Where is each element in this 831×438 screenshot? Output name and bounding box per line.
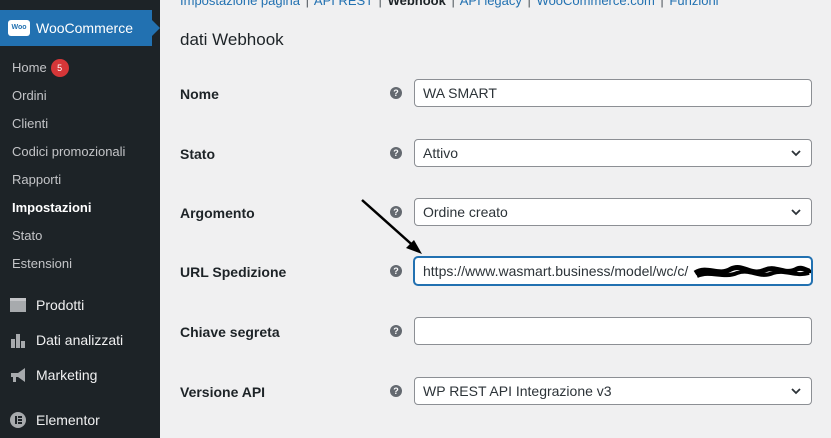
submenu-stato[interactable]: Stato <box>0 222 160 250</box>
subnav-api-legacy[interactable]: API legacy <box>460 0 522 8</box>
submenu-estensioni[interactable]: Estensioni <box>0 250 160 278</box>
menu-elementor-label: Elementor <box>36 411 100 428</box>
subnav-funzioni[interactable]: Funzioni <box>669 0 718 8</box>
subnav-woocommerce-com[interactable]: WooCommerce.com <box>537 0 655 8</box>
versione-api-selected-value: WP REST API Integrazione v3 <box>423 383 612 399</box>
chiave-segreta-label: Chiave segreta <box>180 324 280 340</box>
annotation-arrow-icon <box>361 199 422 254</box>
menu-dati-analizzati-label: Dati analizzati <box>36 331 124 348</box>
woocommerce-menu[interactable]: Woo WooCommerce <box>0 10 160 46</box>
subnav-api-rest[interactable]: API REST <box>314 0 373 8</box>
row-stato: Stato ? Attivo <box>180 139 820 169</box>
section-title: dati Webhook <box>180 30 284 49</box>
redaction-scribble <box>693 265 811 278</box>
versione-api-select[interactable]: WP REST API Integrazione v3 <box>414 377 812 405</box>
row-chiave-segreta: Chiave segreta ? <box>180 317 820 347</box>
subnav-separator: | <box>305 0 309 8</box>
woocommerce-submenu: Home 5 Ordini Clienti Codici promozionali… <box>0 54 160 278</box>
help-icon[interactable]: ? <box>390 87 402 99</box>
subnav-separator: | <box>660 0 664 8</box>
stato-select[interactable]: Attivo <box>414 139 812 167</box>
menu-elementor[interactable]: Elementor <box>0 402 160 437</box>
chevron-down-icon <box>791 150 801 157</box>
argomento-select[interactable]: Ordine creato <box>414 198 812 226</box>
products-icon <box>8 295 28 315</box>
woocommerce-menu-label: WooCommerce <box>36 20 133 36</box>
submenu-impostazioni[interactable]: Impostazioni <box>0 194 160 222</box>
nome-label: Nome <box>180 86 219 102</box>
submenu-ordini[interactable]: Ordini <box>0 82 160 110</box>
menu-prodotti[interactable]: Prodotti <box>0 287 160 322</box>
row-argomento: Argomento ? Ordine creato <box>180 198 820 228</box>
subnav-separator: | <box>527 0 531 8</box>
help-icon[interactable]: ? <box>390 265 402 277</box>
chevron-down-icon <box>791 388 801 395</box>
subnav-separator: | <box>451 0 455 8</box>
submenu-clienti[interactable]: Clienti <box>0 110 160 138</box>
chiave-segreta-input[interactable] <box>414 317 812 345</box>
argomento-label: Argomento <box>180 205 255 221</box>
chevron-down-icon <box>791 209 801 216</box>
submenu-rapporti[interactable]: Rapporti <box>0 166 160 194</box>
elementor-icon <box>8 410 28 430</box>
url-spedizione-input[interactable]: https://www.wasmart.business/model/wc/c/ <box>414 257 812 285</box>
row-versione-api: Versione API ? WP REST API Integrazione … <box>180 377 820 407</box>
url-spedizione-value: https://www.wasmart.business/model/wc/c/ <box>423 263 689 279</box>
menu-marketing[interactable]: Marketing <box>0 357 160 392</box>
nome-input[interactable] <box>414 79 812 107</box>
help-icon[interactable]: ? <box>390 325 402 337</box>
megaphone-icon <box>8 365 28 385</box>
submenu-home[interactable]: Home 5 <box>0 54 160 82</box>
admin-main-menu: Prodotti Dati analizzati Marketing Eleme… <box>0 287 160 438</box>
settings-subnav: Impostazione pagina | API REST | Webhook… <box>180 0 719 8</box>
subnav-webhook-current: Webhook <box>387 0 446 8</box>
argomento-selected-value: Ordine creato <box>423 204 508 220</box>
help-icon[interactable]: ? <box>390 385 402 397</box>
url-spedizione-label: URL Spedizione <box>180 264 287 280</box>
stato-selected-value: Attivo <box>423 145 459 161</box>
admin-sidebar: Woo WooCommerce Home 5 Ordini Clienti Cod… <box>0 0 160 438</box>
row-nome: Nome ? <box>180 79 820 109</box>
submenu-home-label: Home <box>12 60 47 75</box>
submenu-codici-promozionali[interactable]: Codici promozionali <box>0 138 160 166</box>
menu-prodotti-label: Prodotti <box>36 296 85 313</box>
woocommerce-logo-icon: Woo <box>8 20 30 36</box>
subnav-separator: | <box>378 0 382 8</box>
analytics-icon <box>8 330 28 350</box>
row-url-spedizione: URL Spedizione ? https://www.wasmart.bus… <box>180 257 820 287</box>
menu-dati-analizzati[interactable]: Dati analizzati <box>0 322 160 357</box>
versione-api-label: Versione API <box>180 384 266 400</box>
subnav-impostazione-pagina[interactable]: Impostazione pagina <box>180 0 300 8</box>
help-icon[interactable]: ? <box>390 147 402 159</box>
menu-marketing-label: Marketing <box>36 366 98 383</box>
home-count-badge: 5 <box>50 59 69 77</box>
stato-label: Stato <box>180 146 215 162</box>
